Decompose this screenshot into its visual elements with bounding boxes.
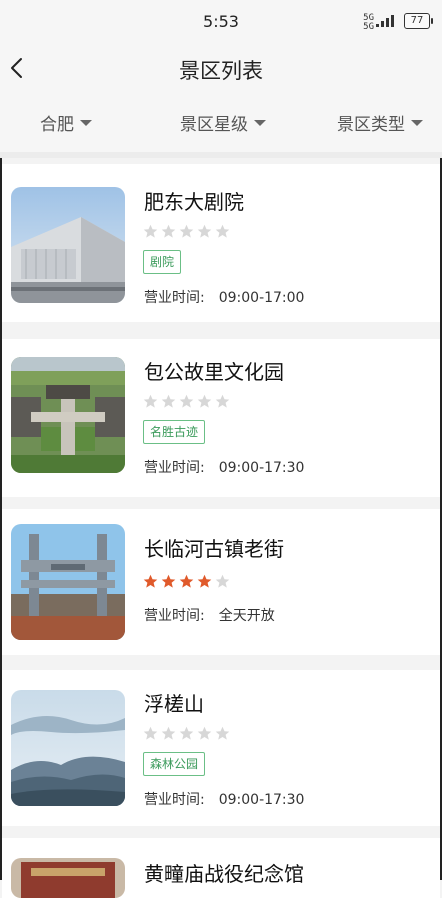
opening-hours-label: 营业时间: [144,460,205,476]
filter-star-level-dropdown[interactable]: 景区星级 [180,110,266,135]
star-empty-icon [143,224,158,238]
star-rating [143,224,230,239]
list-item[interactable]: 黄疃庙战役纪念馆 [2,838,440,898]
spot-thumbnail [11,357,125,473]
star-empty-icon [197,726,212,740]
chevron-down-icon [80,119,92,126]
star-empty-icon [215,224,230,238]
star-empty-icon [161,394,176,408]
status-bar: 5:53 5G 5G 77 [0,0,442,42]
opening-hours: 营业时间: 09:00-17:30 [144,789,304,809]
page-title: 景区列表 [179,59,263,83]
star-empty-icon [215,726,230,740]
opening-hours-value: 09:00-17:00 [218,290,305,306]
chevron-down-icon [254,119,266,126]
spot-thumbnail [11,524,125,640]
filter-city-label: 合肥 [40,115,74,135]
filter-type-dropdown[interactable]: 景区类型 [337,110,423,135]
star-empty-icon [197,224,212,238]
star-filled-icon [161,574,176,588]
opening-hours-value: 09:00-17:30 [218,460,305,476]
star-empty-icon [215,574,230,588]
star-empty-icon [179,726,194,740]
opening-hours: 营业时间: 09:00-17:30 [144,457,304,477]
list-item[interactable]: 包公故里文化园 名胜古迹 营业时间: 09:00-17:30 [2,339,440,497]
spot-name: 包公故里文化园 [144,360,284,384]
star-filled-icon [143,574,158,588]
star-empty-icon [143,726,158,740]
spot-type-tag: 森林公园 [143,752,206,776]
spot-thumbnail [11,690,125,806]
list-item[interactable]: 肥东大剧院 剧院 营业时间: 09:00-17:00 [2,164,440,322]
opening-hours-value: 全天开放 [218,608,275,624]
filter-type-label: 景区类型 [337,115,405,135]
opening-hours: 营业时间: 09:00-17:00 [144,287,304,307]
star-rating [143,726,230,741]
opening-hours-label: 营业时间: [144,290,205,306]
nav-bar: 景区列表 [0,42,442,94]
star-empty-icon [197,394,212,408]
star-rating [143,574,230,589]
spot-name: 长临河古镇老街 [144,537,284,561]
spot-thumbnail [11,858,125,898]
star-empty-icon [161,224,176,238]
spot-name: 肥东大剧院 [144,190,244,214]
network-type-indicator: 5G 5G [363,13,374,32]
star-empty-icon [161,726,176,740]
spot-thumbnail [11,187,125,303]
spot-name: 浮槎山 [144,692,204,716]
opening-hours: 营业时间: 全天开放 [144,605,275,625]
list-item[interactable]: 长临河古镇老街 营业时间: 全天开放 [2,509,440,655]
battery-icon: 77 [404,13,433,29]
filter-star-level-label: 景区星级 [180,115,248,135]
opening-hours-label: 营业时间: [144,608,205,624]
list-item[interactable]: 浮槎山 森林公园 营业时间: 09:00-17:30 [2,670,440,826]
opening-hours-value: 09:00-17:30 [218,792,305,808]
star-rating [143,394,230,409]
star-empty-icon [143,394,158,408]
star-filled-icon [179,574,194,588]
spot-type-tag: 名胜古迹 [143,420,206,444]
filter-city-dropdown[interactable]: 合肥 [40,110,92,135]
star-filled-icon [197,574,212,588]
chevron-down-icon [411,119,423,126]
signal-icon [376,15,394,27]
star-empty-icon [215,394,230,408]
spot-name: 黄疃庙战役纪念馆 [144,862,304,886]
opening-hours-label: 营业时间: [144,792,205,808]
spot-type-tag: 剧院 [143,250,182,274]
filter-bar: 合肥 景区星级 景区类型 [0,94,442,158]
star-empty-icon [179,224,194,238]
star-empty-icon [179,394,194,408]
